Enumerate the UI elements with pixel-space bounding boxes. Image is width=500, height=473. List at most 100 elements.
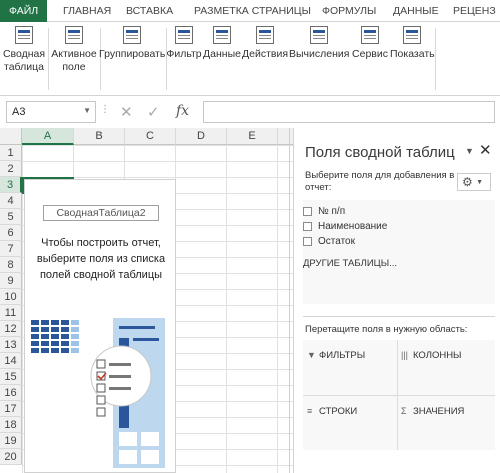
field-label: № п/п [318, 206, 346, 217]
field-item[interactable]: Наименование [303, 221, 387, 235]
tools-icon [361, 26, 379, 44]
show-icon [403, 26, 421, 44]
row-header[interactable]: 8 [0, 257, 22, 273]
row-header[interactable]: 13 [0, 337, 22, 353]
select-all-corner[interactable] [0, 128, 22, 145]
pane-subtitle: Выберите поля для добавления в отчет: [305, 170, 455, 193]
ribbon: Сводная таблица Активное поле Группирова… [0, 22, 500, 96]
insert-function-icon[interactable]: fx [176, 103, 189, 119]
field-checkbox[interactable] [303, 221, 312, 231]
pivot-fields-pane: Поля сводной таблиц ▼ ✕ Выберите поля дл… [295, 128, 500, 473]
tab-insert[interactable]: ВСТАВКА [126, 0, 173, 22]
data-button[interactable]: Данные [203, 26, 241, 61]
actions-button[interactable]: Действия [242, 26, 288, 61]
row-header[interactable]: 18 [0, 417, 22, 433]
filters-area[interactable]: ▼ ФИЛЬТРЫ [307, 350, 365, 361]
row-header[interactable]: 16 [0, 385, 22, 401]
columns-area[interactable]: ||| КОЛОННЫ [401, 350, 461, 361]
pane-options-chevron-icon[interactable]: ▼ [465, 146, 474, 156]
row-header[interactable]: 17 [0, 401, 22, 417]
formula-bar: A3 ▼ ⋮ ✕ ✓ fx [0, 101, 500, 123]
tools-label: Сервис [352, 48, 388, 60]
column-header-b[interactable]: B [74, 128, 125, 145]
column-header-a[interactable]: A [22, 128, 74, 145]
row-header[interactable]: 10 [0, 289, 22, 305]
row-header[interactable]: 4 [0, 193, 22, 209]
enter-icon[interactable]: ✓ [147, 103, 160, 121]
other-tables-link[interactable]: ДРУГИЕ ТАБЛИЦЫ... [303, 258, 397, 269]
row-header[interactable]: 2 [0, 161, 22, 177]
row-header[interactable]: 9 [0, 273, 22, 289]
pane-title: Поля сводной таблиц [305, 144, 455, 161]
cancel-icon[interactable]: ✕ [120, 103, 133, 121]
row-header[interactable]: 11 [0, 305, 22, 321]
tools-button[interactable]: Сервис [350, 26, 390, 61]
actions-icon [256, 26, 274, 44]
pivot-table-label: Сводная [2, 48, 46, 60]
group-icon [123, 26, 141, 44]
row-header[interactable]: 1 [0, 145, 22, 161]
active-field-label-2: поле [62, 61, 86, 73]
field-item[interactable]: Остаток [303, 236, 355, 250]
pivot-illustration-icon [31, 318, 165, 468]
name-box-value: A3 [12, 106, 26, 118]
pivot-table-placeholder[interactable]: СводнаяТаблица2 Чтобы построить отчет, в… [24, 179, 176, 473]
sigma-icon: Σ [401, 406, 407, 416]
row-header[interactable]: 5 [0, 209, 22, 225]
row-header[interactable]: 20 [0, 449, 22, 465]
column-header-d[interactable]: D [176, 128, 227, 145]
tab-home[interactable]: ГЛАВНАЯ [63, 0, 111, 22]
drag-hint: Перетащите поля в нужную область: [305, 324, 468, 335]
column-header-e[interactable]: E [227, 128, 278, 145]
row-header[interactable]: 15 [0, 369, 22, 385]
formula-input[interactable] [203, 101, 495, 123]
spreadsheet-grid: A B C D E 1 2 3 4 5 6 7 8 9 10 11 12 13 … [0, 128, 294, 473]
pivot-table-name: СводнаяТаблица2 [43, 205, 159, 221]
filter-icon: ▼ [307, 350, 316, 360]
tab-file[interactable]: ФАЙЛ [0, 0, 48, 22]
show-button[interactable]: Показать [390, 26, 435, 61]
tab-review[interactable]: РЕЦЕНЗ [453, 0, 496, 22]
tab-page-layout[interactable]: РАЗМЕТКА СТРАНИЦЫ [194, 0, 311, 22]
area-divider [303, 395, 495, 396]
field-checkbox[interactable] [303, 236, 312, 246]
gear-icon[interactable]: ⚙ ▼ [457, 173, 491, 191]
ribbon-separator [48, 28, 49, 90]
rows-area[interactable]: ≡ СТРОКИ [307, 406, 357, 417]
pivot-instruction-text: Чтобы построить отчет, выберите поля из … [36, 237, 166, 281]
filter-button[interactable]: Фильтр [166, 26, 202, 61]
pane-splitter[interactable] [303, 316, 495, 317]
field-item[interactable]: № п/п [303, 206, 345, 220]
close-icon[interactable]: ✕ [479, 141, 492, 159]
ribbon-tabs: ФАЙЛ ГЛАВНАЯ ВСТАВКА РАЗМЕТКА СТРАНИЦЫ Ф… [0, 0, 500, 22]
values-area[interactable]: Σ ЗНАЧЕНИЯ [401, 406, 464, 417]
row-header[interactable]: 7 [0, 241, 22, 257]
pivot-table-label-2: таблица [4, 61, 44, 73]
row-header[interactable]: 19 [0, 433, 22, 449]
row-header-selected[interactable]: 3 [0, 177, 22, 193]
pane-divider[interactable] [289, 128, 290, 473]
formula-bar-grip-icon[interactable]: ⋮ [100, 104, 111, 115]
data-label: Данные [203, 48, 241, 60]
calculations-button[interactable]: Вычисления [289, 26, 349, 61]
calculations-label: Вычисления [289, 48, 350, 60]
tab-data[interactable]: ДАННЫЕ [393, 0, 439, 22]
field-checkbox[interactable] [303, 206, 312, 216]
field-list: № п/п Наименование Остаток ДРУГИЕ ТАБЛИЦ… [303, 200, 495, 304]
tab-formulas[interactable]: ФОРМУЛЫ [322, 0, 376, 22]
pivot-areas: ▼ ФИЛЬТРЫ ||| КОЛОННЫ ≡ СТРОКИ Σ ЗНАЧЕНИЯ [303, 340, 495, 450]
group-button[interactable]: Группировать [99, 26, 165, 61]
name-box[interactable]: A3 ▼ [6, 101, 96, 123]
active-field-button[interactable]: Активное поле [50, 26, 98, 74]
columns-label: КОЛОННЫ [413, 350, 462, 361]
filter-label: Фильтр [166, 48, 202, 60]
column-header-c[interactable]: C [125, 128, 176, 145]
name-box-dropdown-icon[interactable]: ▼ [83, 106, 91, 115]
column-header-partial[interactable] [278, 128, 293, 145]
field-label: Наименование [318, 221, 388, 232]
row-header[interactable]: 6 [0, 225, 22, 241]
row-header[interactable]: 12 [0, 321, 22, 337]
group-label: Группировать [99, 48, 166, 60]
pivot-table-button[interactable]: Сводная таблица [2, 26, 46, 74]
row-header[interactable]: 14 [0, 353, 22, 369]
